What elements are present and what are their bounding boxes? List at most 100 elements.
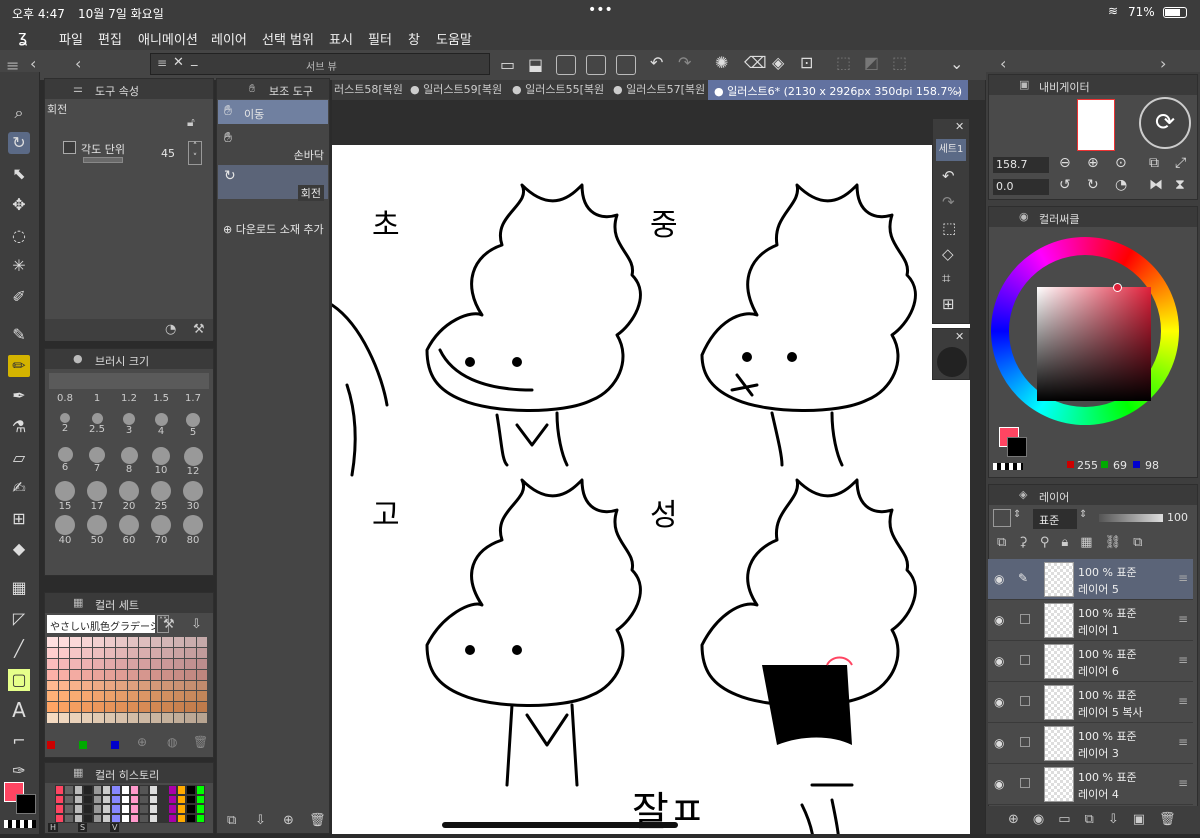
fit-screen-icon[interactable]: ⧉ bbox=[1149, 155, 1159, 171]
color-swatch[interactable] bbox=[93, 680, 104, 691]
color-swatch[interactable] bbox=[104, 637, 115, 647]
menu-icon[interactable]: ≡ bbox=[1178, 612, 1188, 626]
history-swatch[interactable] bbox=[148, 813, 159, 823]
tab-document[interactable]: ● 일러스트55[복원 bbox=[512, 81, 604, 99]
color-swatch[interactable] bbox=[93, 691, 104, 702]
history-swatch[interactable] bbox=[120, 785, 130, 795]
color-swatch[interactable] bbox=[162, 637, 173, 647]
color-swatch[interactable] bbox=[185, 647, 196, 658]
eye-icon[interactable]: ◉ bbox=[994, 695, 1004, 709]
export-psd-icon[interactable] bbox=[616, 55, 636, 75]
export-jpg-icon[interactable] bbox=[556, 55, 576, 75]
eye-icon[interactable]: ◉ bbox=[994, 777, 1004, 791]
history-swatch[interactable] bbox=[64, 785, 74, 795]
color-swatch[interactable] bbox=[104, 713, 115, 723]
download-material-button[interactable]: ⊕ 다운로드 소재 추가 bbox=[223, 221, 329, 237]
lock-icon[interactable]: 🔒︎ bbox=[1061, 535, 1080, 550]
zoom-fit-icon[interactable]: ⊙ bbox=[1115, 155, 1127, 171]
trash-icon[interactable]: 🗑︎ bbox=[309, 813, 326, 828]
menu-help[interactable]: 도움말 bbox=[436, 29, 472, 48]
color-swatch[interactable] bbox=[196, 691, 207, 702]
chevron-updown-icon[interactable]: ⇕ bbox=[1013, 509, 1021, 520]
color-swatch[interactable] bbox=[173, 658, 184, 669]
color-swatch[interactable] bbox=[116, 702, 127, 713]
history-swatch[interactable] bbox=[55, 794, 65, 804]
color-swatch[interactable] bbox=[93, 702, 104, 713]
color-swatch[interactable] bbox=[150, 702, 161, 713]
history-swatch[interactable] bbox=[101, 804, 112, 814]
layer-row[interactable]: ◉ 100 % 표준 레이어 5 복사 ≡ bbox=[988, 682, 1193, 723]
chevron-left-icon[interactable]: ‹ bbox=[30, 54, 36, 73]
transparent-swatch[interactable] bbox=[993, 463, 1023, 470]
tab-document[interactable]: ● 일러스트57[복원 bbox=[613, 81, 705, 99]
color-swatch[interactable] bbox=[173, 713, 184, 723]
history-swatch[interactable] bbox=[186, 794, 196, 804]
layer-checkbox[interactable] bbox=[1020, 655, 1030, 665]
history-swatch[interactable] bbox=[55, 804, 65, 814]
color-swatch[interactable] bbox=[70, 669, 81, 680]
color-swatch[interactable] bbox=[58, 691, 69, 702]
magic-wand-icon[interactable]: ✳ bbox=[8, 255, 30, 277]
layer-checkbox[interactable] bbox=[1020, 778, 1030, 788]
history-swatch[interactable] bbox=[186, 804, 196, 814]
menu-icon[interactable]: ≡ bbox=[1178, 735, 1188, 749]
color-swatch[interactable] bbox=[185, 702, 196, 713]
copy-icon[interactable]: ⊕ bbox=[283, 813, 294, 828]
brush-icon[interactable]: ✒ bbox=[8, 385, 30, 407]
color-swatch[interactable] bbox=[162, 647, 173, 658]
brush-size-slider[interactable] bbox=[49, 373, 209, 389]
color-swatch[interactable] bbox=[150, 637, 161, 647]
more-dots-icon[interactable]: ••• bbox=[588, 2, 613, 18]
color-swatch[interactable] bbox=[196, 637, 207, 647]
color-swatch[interactable] bbox=[173, 680, 184, 691]
selection-icon[interactable]: ⬚ bbox=[892, 53, 907, 72]
mask-icon[interactable]: ▣ bbox=[1133, 812, 1159, 827]
color-swatch[interactable] bbox=[196, 680, 207, 691]
text-icon[interactable]: A bbox=[8, 699, 30, 721]
transform-icon[interactable]: ⬚ bbox=[942, 219, 956, 237]
angle-slider[interactable] bbox=[83, 157, 123, 163]
opacity-value[interactable]: 100 bbox=[1167, 511, 1188, 524]
undo-icon[interactable]: ↶ bbox=[942, 167, 955, 185]
color-swatch[interactable] bbox=[116, 669, 127, 680]
history-swatch[interactable] bbox=[73, 794, 84, 804]
layer-row[interactable]: ◉ ✎ 100 % 표준 레이어 5 ≡ bbox=[988, 559, 1193, 600]
import-icon[interactable]: ⇩ bbox=[191, 617, 202, 632]
color-swatch[interactable] bbox=[139, 647, 150, 658]
history-swatch[interactable] bbox=[130, 813, 140, 823]
blue-swatch[interactable] bbox=[111, 741, 119, 749]
color-swatch[interactable] bbox=[150, 713, 161, 723]
reset-rotate-icon[interactable]: ◔ bbox=[1115, 177, 1127, 193]
color-swatch[interactable] bbox=[196, 658, 207, 669]
history-swatch[interactable] bbox=[186, 785, 196, 795]
menu-window[interactable]: 창 bbox=[408, 29, 420, 48]
chevron-updown-icon[interactable]: ⇕ bbox=[1079, 509, 1087, 520]
color-swatch[interactable] bbox=[173, 702, 184, 713]
history-swatch[interactable] bbox=[111, 804, 121, 814]
blend-mode-select[interactable]: 표준 bbox=[1033, 509, 1077, 529]
color-swatch[interactable] bbox=[70, 713, 81, 723]
paint-icon[interactable]: ⚲ bbox=[1040, 535, 1062, 550]
history-swatch[interactable] bbox=[111, 794, 121, 804]
color-swatch[interactable] bbox=[162, 691, 173, 702]
color-swatch[interactable] bbox=[116, 713, 127, 723]
layer-row[interactable]: ◉ 100 % 표준 레이어 1 ≡ bbox=[988, 600, 1193, 641]
chevron-down-icon[interactable]: ⌄ bbox=[950, 54, 963, 73]
color-swatch[interactable] bbox=[116, 680, 127, 691]
green-value[interactable]: 69 bbox=[1113, 459, 1127, 472]
layer-checkbox[interactable] bbox=[1020, 614, 1030, 624]
menu-file[interactable]: 파일 bbox=[59, 29, 83, 48]
brush-size-option[interactable]: 2 bbox=[49, 413, 81, 447]
history-swatch[interactable] bbox=[83, 804, 93, 814]
zoom-in-icon[interactable]: ⊕ bbox=[1087, 155, 1099, 171]
menu-icon[interactable]: ≡ bbox=[1178, 776, 1188, 790]
brush-size-option[interactable]: 80 bbox=[177, 515, 209, 549]
color-swatch[interactable] bbox=[47, 637, 58, 647]
pencil-icon[interactable]: ✏ bbox=[8, 355, 30, 377]
brush-size-option[interactable]: 40 bbox=[49, 515, 81, 549]
color-swatch[interactable] bbox=[70, 647, 81, 658]
new-layer-icon[interactable]: ⊕ bbox=[1008, 812, 1033, 827]
color-swatch[interactable] bbox=[127, 702, 138, 713]
color-swatch[interactable] bbox=[162, 669, 173, 680]
navigator-thumbnail[interactable] bbox=[1077, 99, 1115, 151]
